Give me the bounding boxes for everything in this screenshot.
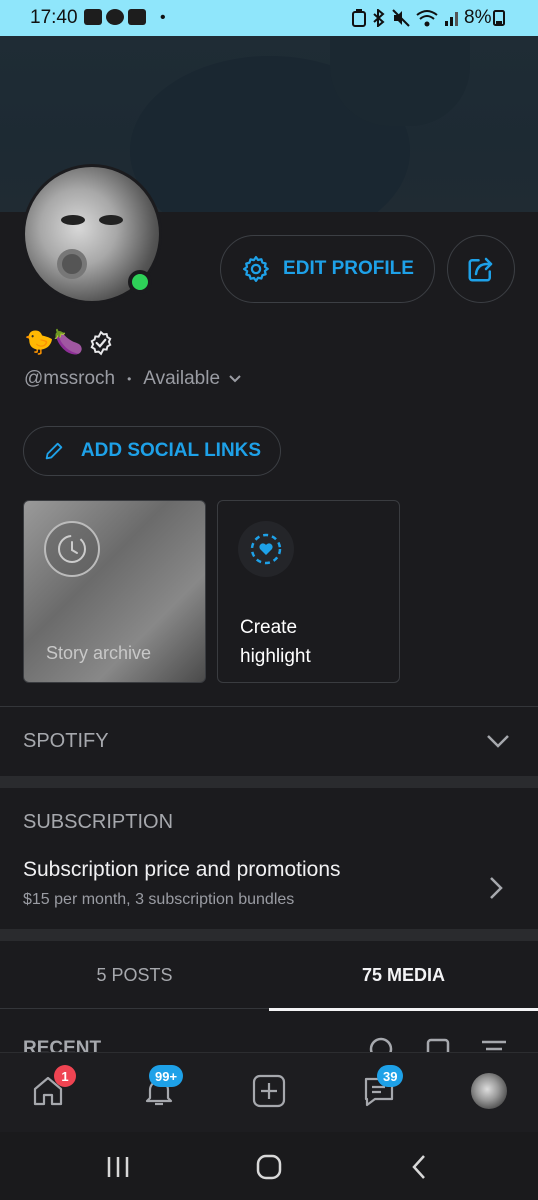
nav-create-post[interactable] (249, 1071, 289, 1111)
history-icon (44, 521, 100, 577)
mute-icon (392, 9, 410, 27)
battery-saver-icon (352, 9, 366, 27)
more-notifications-dot: • (160, 9, 166, 26)
share-profile-button[interactable] (447, 235, 515, 303)
edit-profile-label: EDIT PROFILE (283, 258, 414, 279)
subscription-section-title: SUBSCRIPTION (23, 811, 174, 833)
share-icon (468, 257, 493, 282)
subscription-price-row[interactable]: Subscription price and promotions $15 pe… (0, 850, 538, 926)
search-icon[interactable] (368, 1036, 396, 1052)
chevron-right-icon (490, 877, 503, 899)
system-navigation-bar (0, 1132, 538, 1200)
username: @mssroch (24, 368, 116, 389)
story-archive-card[interactable]: Story archive (23, 500, 206, 683)
section-divider (0, 776, 538, 788)
subscription-row-title: Subscription price and promotions (23, 858, 341, 881)
display-name: 🐤🍆 (24, 328, 114, 357)
pencil-icon (45, 442, 63, 460)
messages-badge: 39 (377, 1065, 404, 1087)
name-emojis: 🐤🍆 (24, 329, 84, 356)
story-archive-label: Story archive (46, 643, 152, 663)
nav-home[interactable]: 1 (28, 1065, 76, 1111)
media-toolbar (368, 1036, 508, 1052)
battery-level: 8% (464, 7, 506, 29)
create-highlight-line: Create (240, 617, 298, 638)
spotify-section[interactable]: SPOTIFY (0, 707, 538, 775)
active-tab-indicator (269, 1008, 538, 1011)
tab-posts-label: 5 POSTS (96, 964, 173, 985)
notifications-badge: 99+ (149, 1065, 184, 1087)
heart-icon (250, 533, 282, 565)
online-status-dot (128, 270, 152, 294)
avatar-detail (61, 215, 85, 225)
back-icon[interactable] (406, 1152, 432, 1182)
snapchat-icon (106, 9, 124, 25)
verified-badge-icon (90, 330, 112, 355)
add-social-links-label: ADD SOCIAL LINKS (80, 440, 262, 461)
bluetooth-icon (373, 9, 385, 27)
spotify-title: SPOTIFY (23, 730, 109, 752)
tab-media-label: 75 MEDIA (361, 964, 446, 985)
tab-posts[interactable]: 5 POSTS (0, 941, 269, 1009)
home-badge: 1 (54, 1065, 76, 1087)
bottom-navigation: 1 99+ 39 (0, 1052, 538, 1132)
notification-icons (84, 9, 146, 25)
tab-media[interactable]: 75 MEDIA (269, 941, 538, 1011)
edit-profile-button[interactable]: EDIT PROFILE (220, 235, 435, 303)
create-highlight-card[interactable]: Create highlight (217, 500, 400, 683)
nav-profile[interactable] (469, 1071, 509, 1111)
recent-label: RECENT (23, 1038, 102, 1052)
bookmark-icon[interactable] (424, 1036, 452, 1052)
youtube-icon (128, 9, 146, 25)
chevron-down-icon (487, 735, 509, 748)
section-divider (0, 929, 538, 941)
create-highlight-label: Create highlight (240, 613, 311, 671)
profile-avatar-icon (471, 1073, 507, 1109)
home-button-icon[interactable] (254, 1152, 284, 1182)
separator: • (127, 372, 132, 386)
sort-icon[interactable] (480, 1036, 508, 1052)
chevron-down-icon (229, 375, 241, 383)
status-time: 17:40 (30, 7, 78, 28)
gear-icon (243, 256, 269, 282)
avatar-detail (99, 215, 123, 225)
avatar-detail (57, 249, 87, 279)
system-icons (352, 9, 460, 27)
signal-icon (445, 12, 458, 26)
wifi-icon (416, 10, 438, 27)
status-bar: 17:40 • 8% (0, 0, 538, 36)
recent-apps-icon[interactable] (104, 1154, 132, 1180)
create-highlight-line: highlight (240, 646, 311, 667)
nav-messages[interactable]: 39 (359, 1065, 404, 1111)
content-tabs: 5 POSTS 75 MEDIA (0, 941, 538, 1011)
handle-row: @mssroch • Available (24, 368, 242, 390)
subscription-row-subtitle: $15 per month, 3 subscription bundles (23, 891, 295, 908)
battery-icon (493, 10, 506, 26)
availability-status: Available (143, 368, 221, 389)
clock-icon (58, 535, 86, 563)
nav-notifications[interactable]: 99+ (139, 1065, 184, 1111)
add-post-icon (252, 1074, 286, 1108)
add-social-links-button[interactable]: ADD SOCIAL LINKS (23, 426, 281, 476)
create-highlight-icon (238, 521, 294, 577)
availability-dropdown[interactable]: Available (143, 368, 242, 390)
gallery-icon (84, 9, 102, 25)
